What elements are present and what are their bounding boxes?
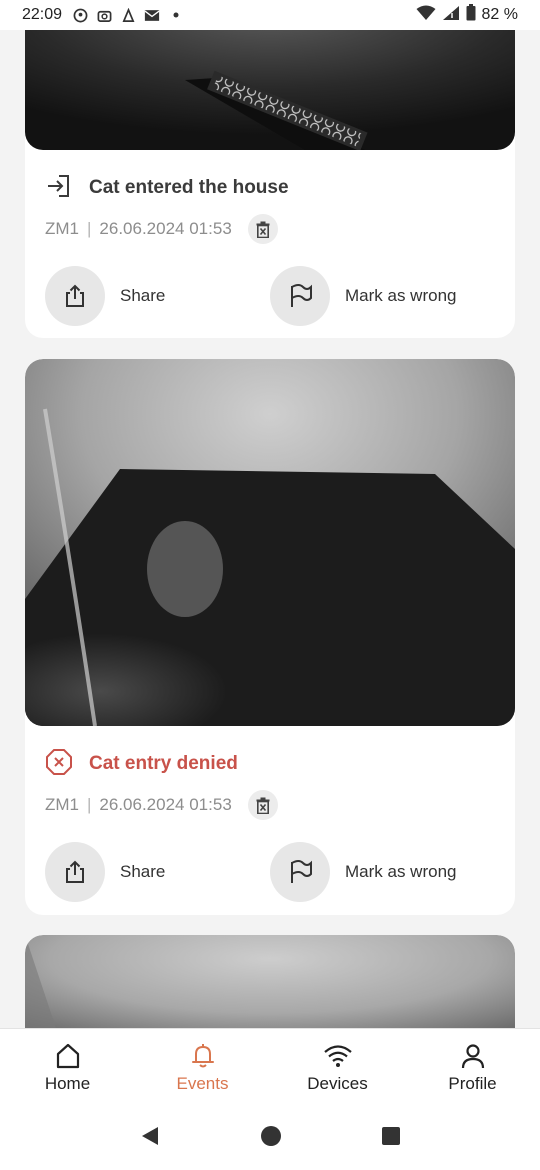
event-datetime: 26.06.2024 01:53 xyxy=(99,219,232,238)
battery-percent: 82 % xyxy=(481,6,518,23)
wifi-icon xyxy=(416,5,436,26)
home-icon xyxy=(56,1043,79,1068)
event-title-row: Cat entered the house xyxy=(25,174,515,202)
event-meta: ZM1 | 26.06.2024 01:53 xyxy=(25,214,515,244)
person-icon xyxy=(461,1043,484,1068)
trash-icon xyxy=(256,221,270,238)
nav-devices[interactable]: Devices xyxy=(270,1029,405,1106)
signal-icon xyxy=(442,5,460,26)
dot-icon xyxy=(168,7,184,23)
circle-home-icon xyxy=(260,1125,281,1146)
bottom-navigation: Home Events Devices Profile xyxy=(0,1028,540,1106)
battery-icon xyxy=(466,4,476,26)
denied-icon xyxy=(45,748,73,781)
share-icon xyxy=(45,842,105,902)
trash-icon xyxy=(256,797,270,814)
flag-icon xyxy=(270,842,330,902)
event-card xyxy=(25,935,515,1028)
share-icon xyxy=(45,266,105,326)
home-system-button[interactable] xyxy=(260,1125,282,1152)
wifi-icon xyxy=(323,1044,352,1067)
delete-button[interactable] xyxy=(247,214,278,244)
delete-button[interactable] xyxy=(247,790,278,820)
event-snapshot[interactable] xyxy=(25,30,515,150)
event-datetime: 26.06.2024 01:53 xyxy=(99,795,232,814)
enter-icon xyxy=(45,172,73,205)
location-icon xyxy=(72,7,88,23)
event-meta: ZM1 | 26.06.2024 01:53 xyxy=(25,790,515,820)
events-feed[interactable]: Cat entered the house ZM1 | 26.06.2024 0… xyxy=(0,30,540,1028)
mark-as-wrong-button[interactable]: Mark as wrong xyxy=(270,266,495,326)
status-bar: 22:09 82 % xyxy=(0,0,540,30)
recents-icon xyxy=(381,1126,400,1145)
system-navigation xyxy=(0,1106,540,1170)
device-name: ZM1 xyxy=(45,795,79,814)
nav-home[interactable]: Home xyxy=(0,1029,135,1106)
nav-events[interactable]: Events xyxy=(135,1029,270,1106)
status-system-icons: 82 % xyxy=(416,4,518,26)
share-label: Share xyxy=(120,286,166,305)
event-title: Cat entered the house xyxy=(89,177,289,198)
nav-devices-label: Devices xyxy=(307,1073,368,1093)
event-title-row: Cat entry denied xyxy=(25,748,515,781)
event-title: Cat entry denied xyxy=(89,753,238,774)
event-card: Cat entered the house ZM1 | 26.06.2024 0… xyxy=(25,30,515,338)
nav-events-label: Events xyxy=(176,1073,229,1093)
nav-profile[interactable]: Profile xyxy=(405,1029,540,1106)
event-snapshot[interactable] xyxy=(25,359,515,726)
event-actions: Share Mark as wrong xyxy=(25,266,515,326)
back-icon xyxy=(142,1126,159,1145)
share-label: Share xyxy=(120,862,166,881)
camera-icon xyxy=(96,7,112,23)
meta-separator: | xyxy=(87,219,92,238)
nav-home-label: Home xyxy=(44,1073,91,1093)
recents-button[interactable] xyxy=(381,1126,401,1151)
status-time: 22:09 xyxy=(22,6,63,23)
status-notification-icons xyxy=(72,7,184,23)
event-actions: Share Mark as wrong xyxy=(25,842,515,902)
meta-separator: | xyxy=(87,795,92,814)
mark-as-wrong-label: Mark as wrong xyxy=(345,286,457,305)
share-button[interactable]: Share xyxy=(45,266,270,326)
back-button[interactable] xyxy=(139,1125,161,1152)
app-icon xyxy=(120,7,136,23)
bell-icon xyxy=(191,1043,214,1067)
mail-icon xyxy=(144,7,160,23)
mark-as-wrong-button[interactable]: Mark as wrong xyxy=(270,842,495,902)
flag-icon xyxy=(270,266,330,326)
nav-profile-label: Profile xyxy=(448,1073,497,1093)
event-card: Cat entry denied ZM1 | 26.06.2024 01:53 … xyxy=(25,359,515,915)
device-name: ZM1 xyxy=(45,219,79,238)
mark-as-wrong-label: Mark as wrong xyxy=(345,862,457,881)
share-button[interactable]: Share xyxy=(45,842,270,902)
event-snapshot[interactable] xyxy=(25,935,515,1028)
